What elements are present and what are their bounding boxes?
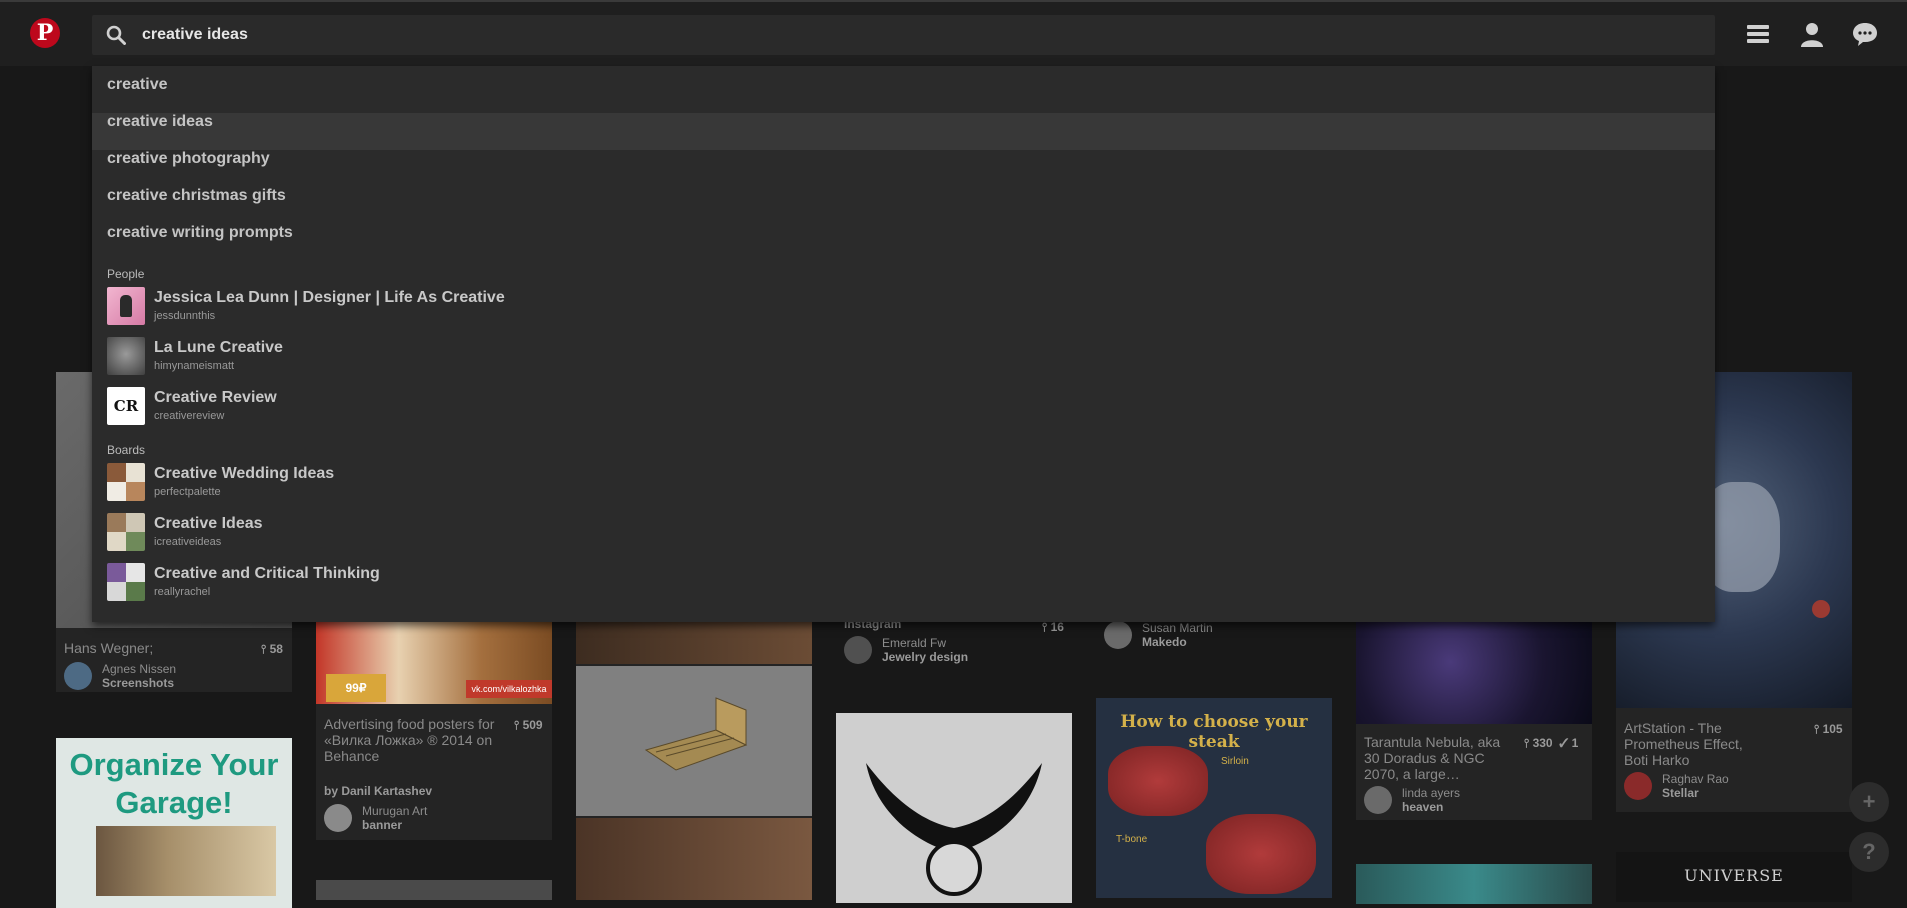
people-section-header: People xyxy=(107,267,145,281)
pin-teal-object[interactable] xyxy=(1356,864,1592,904)
avatar[interactable] xyxy=(324,804,352,832)
board-thumbnail xyxy=(107,463,145,501)
avatar xyxy=(107,337,145,375)
pin-title: Tarantula Nebula, aka 30 Doradus & NGC 2… xyxy=(1364,734,1501,782)
pinner-name[interactable]: Susan Martin xyxy=(1142,621,1213,635)
board-result[interactable]: Creative Ideas icreativeideas xyxy=(92,509,1715,559)
pin-image-top xyxy=(576,620,812,664)
boards-section-header: Boards xyxy=(107,443,146,457)
board-name[interactable]: Screenshots xyxy=(102,676,174,690)
suggestion-item[interactable]: creative writing prompts xyxy=(92,224,1715,261)
pin-organize-garage[interactable]: Organize Your Garage! xyxy=(56,738,292,908)
pinterest-logo-icon[interactable]: P xyxy=(30,18,60,48)
suggestion-item[interactable]: creative christmas gifts xyxy=(92,187,1715,224)
menu-icon[interactable] xyxy=(1744,20,1772,48)
url-banner: vk.com/vilkalozhka xyxy=(466,680,552,698)
person-result[interactable]: La Lune Creative himynameismatt xyxy=(92,333,1715,383)
suggestion-item[interactable]: creative xyxy=(92,76,1715,113)
pinner-name[interactable]: Emerald Fw xyxy=(882,636,946,650)
search-icon xyxy=(106,25,126,45)
steak-label-2: T-bone xyxy=(1116,834,1148,845)
avatar[interactable] xyxy=(1624,772,1652,800)
board-name[interactable]: banner xyxy=(362,818,402,832)
board-name[interactable]: Makedo xyxy=(1142,635,1187,649)
board-result[interactable]: Creative Wedding Ideas perfectpalette xyxy=(92,459,1715,509)
board-name[interactable]: Jewelry design xyxy=(882,650,968,664)
wings-icon xyxy=(856,733,1052,903)
pinner-name[interactable]: Murugan Art xyxy=(362,804,427,818)
board-name[interactable]: Stellar xyxy=(1662,786,1699,800)
pin-title: ArtStation - The Prometheus Effect, Boti… xyxy=(1624,720,1743,768)
pinner-name[interactable]: linda ayers xyxy=(1402,786,1460,800)
pin-author: by Danil Kartashev xyxy=(324,784,433,798)
board-name[interactable]: heaven xyxy=(1402,800,1443,814)
person-name: La Lune Creative xyxy=(154,339,283,356)
person-result[interactable]: Jessica Lea Dunn | Designer | Life As Cr… xyxy=(92,283,1715,333)
pin-tarantula-nebula[interactable]: Tarantula Nebula, aka 30 Doradus & NGC 2… xyxy=(1356,600,1592,820)
pin-title: Organize Your Garage! xyxy=(69,747,279,820)
search-bar[interactable] xyxy=(92,15,1715,55)
header: P xyxy=(0,0,1907,66)
pin-title: Advertising food posters for «Вилка Ложк… xyxy=(324,716,495,764)
profile-icon[interactable] xyxy=(1798,20,1826,48)
pin-title: Hans Wegner; xyxy=(64,640,154,656)
pin-advertising-food[interactable]: 99₽ vk.com/vilkalozhka Advertising food … xyxy=(316,600,552,840)
avatar xyxy=(107,287,145,325)
bed-drawing-icon xyxy=(626,690,756,790)
person-name: Creative Review xyxy=(154,389,277,406)
board-owner: icreativeideas xyxy=(154,536,222,548)
repin-count: ⫯ 58 xyxy=(261,642,283,656)
repin-count: ⫯ 330 ✓ 1 xyxy=(1524,736,1579,750)
suggestion-item-active[interactable]: creative ideas xyxy=(92,113,1715,150)
repin-count: ⫯ 105 xyxy=(1814,722,1843,736)
board-owner: perfectpalette xyxy=(154,486,221,498)
repin-count: ⫯ 16 xyxy=(1042,620,1064,634)
pin-steak[interactable]: How to choose your steak Sirloin T-bone xyxy=(1096,698,1332,898)
person-name: Jessica Lea Dunn | Designer | Life As Cr… xyxy=(154,289,505,306)
board-name: Creative Wedding Ideas xyxy=(154,465,335,482)
board-owner: reallyrachel xyxy=(154,586,211,598)
board-thumbnail xyxy=(107,513,145,551)
repin-count: ⫯ 509 xyxy=(514,718,543,732)
messages-icon[interactable] xyxy=(1851,20,1879,48)
add-pin-button[interactable]: + xyxy=(1849,782,1889,822)
person-result[interactable]: CR Creative Review creativereview xyxy=(92,383,1715,433)
person-handle: himynameismatt xyxy=(154,360,235,372)
help-button[interactable]: ? xyxy=(1849,832,1889,872)
pin-wings-logo[interactable] xyxy=(836,713,1072,903)
steak-image xyxy=(1108,746,1208,816)
board-thumbnail xyxy=(107,563,145,601)
search-suggestions-dropdown: creative creative ideas creative photogr… xyxy=(92,66,1715,622)
avatar[interactable] xyxy=(1104,621,1132,649)
avatar[interactable] xyxy=(64,662,92,690)
pin-title: How to choose your steak xyxy=(1120,712,1308,752)
pin-image-bottom xyxy=(576,818,812,900)
pin-image xyxy=(96,826,276,896)
price-badge: 99₽ xyxy=(326,674,386,702)
board-name: Creative Ideas xyxy=(154,515,263,532)
avatar[interactable] xyxy=(1364,786,1392,814)
creative-review-logo-icon: CR xyxy=(107,387,145,425)
pin-bed-frame[interactable] xyxy=(576,620,812,900)
steak-image-2 xyxy=(1206,814,1316,894)
pinner-name[interactable]: Agnes Nissen xyxy=(102,662,176,676)
steak-label-1: Sirloin xyxy=(1221,756,1249,767)
pin-universe[interactable]: UNIVERSE xyxy=(1616,852,1852,902)
person-handle: jessdunnthis xyxy=(154,310,216,322)
avatar[interactable] xyxy=(844,636,872,664)
pin-placeholder[interactable] xyxy=(316,880,552,900)
pinner-name[interactable]: Raghav Rao xyxy=(1662,772,1729,786)
board-name: Creative and Critical Thinking xyxy=(154,565,380,582)
suggestion-item[interactable]: creative photography xyxy=(92,150,1715,187)
search-input[interactable] xyxy=(142,15,1642,55)
planet-icon xyxy=(1812,600,1830,618)
person-handle: creativereview xyxy=(154,410,225,422)
board-result[interactable]: Creative and Critical Thinking reallyrac… xyxy=(92,559,1715,609)
pin-title: UNIVERSE xyxy=(1684,866,1784,885)
